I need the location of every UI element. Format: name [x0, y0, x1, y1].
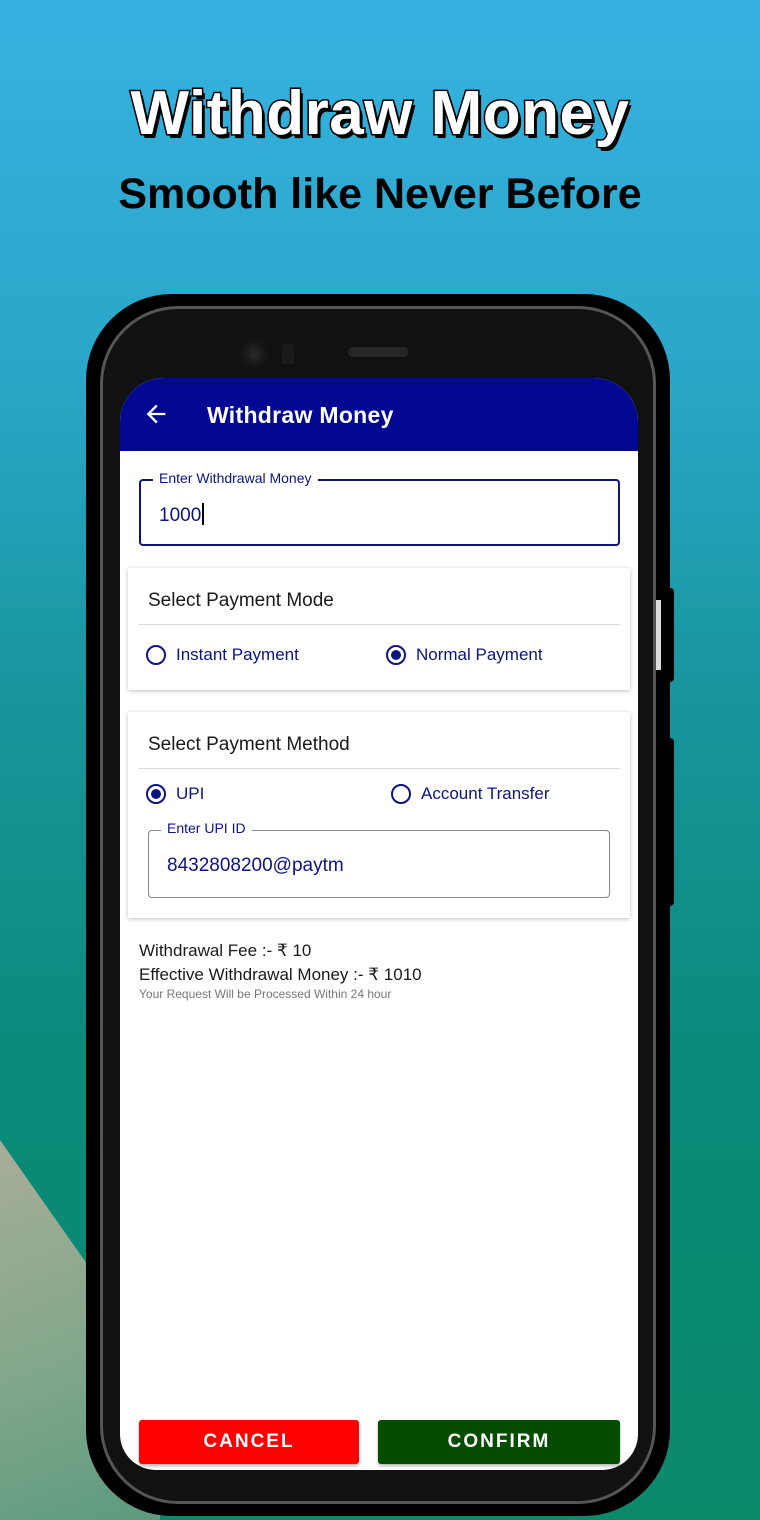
withdrawal-amount-label: Enter Withdrawal Money	[153, 470, 318, 486]
withdrawal-fee-text: Withdrawal Fee :- ₹ 10	[139, 941, 312, 960]
radio-account-transfer[interactable]: Account Transfer	[391, 784, 550, 804]
app-bar: Withdraw Money	[120, 378, 638, 451]
text-caret	[202, 503, 205, 525]
payment-method-title: Select Payment Method	[148, 734, 350, 755]
divider	[138, 768, 620, 769]
upi-id-value: 8432808200@paytm	[167, 855, 344, 876]
processing-note: Your Request Will be Processed Within 24…	[139, 987, 392, 1001]
radio-label: UPI	[176, 784, 205, 803]
radio-unselected-icon	[391, 784, 411, 804]
radio-upi[interactable]: UPI	[146, 784, 204, 804]
divider	[138, 624, 620, 625]
radio-unselected-icon	[146, 645, 166, 665]
payment-mode-title: Select Payment Mode	[148, 590, 334, 611]
app-screen: Withdraw Money Enter Withdrawal Money 10…	[120, 378, 638, 1470]
effective-amount-text: Effective Withdrawal Money :- ₹ 1010	[139, 965, 422, 984]
confirm-button[interactable]: CONFIRM	[378, 1420, 620, 1464]
promo-subtitle: Smooth like Never Before	[118, 170, 642, 218]
proximity-sensor	[282, 344, 294, 364]
upi-id-field[interactable]: Enter UPI ID 8432808200@paytm	[148, 820, 610, 898]
withdrawal-amount-field[interactable]: Enter Withdrawal Money 1000	[139, 470, 620, 546]
payment-method-card: Select Payment Method UPI Account Transf…	[128, 712, 630, 918]
promo-title: Withdraw Money	[129, 78, 631, 150]
upi-id-label: Enter UPI ID	[161, 820, 252, 836]
radio-selected-icon	[386, 645, 406, 665]
payment-mode-card: Select Payment Mode Instant Payment Norm…	[128, 568, 630, 690]
front-camera	[238, 338, 270, 370]
radio-label: Account Transfer	[421, 784, 550, 803]
arrow-left-icon[interactable]	[142, 400, 170, 428]
cancel-button[interactable]: CANCEL	[139, 1420, 359, 1464]
radio-label: Normal Payment	[416, 645, 543, 664]
button-highlight	[656, 600, 661, 670]
radio-instant-payment[interactable]: Instant Payment	[146, 645, 299, 665]
page-title: Withdraw Money	[207, 402, 394, 428]
radio-normal-payment[interactable]: Normal Payment	[386, 645, 543, 665]
power-button	[656, 738, 674, 906]
radio-selected-icon	[146, 784, 166, 804]
withdrawal-amount-value: 1000	[159, 505, 202, 526]
earpiece-speaker	[348, 347, 408, 357]
radio-label: Instant Payment	[176, 645, 299, 664]
